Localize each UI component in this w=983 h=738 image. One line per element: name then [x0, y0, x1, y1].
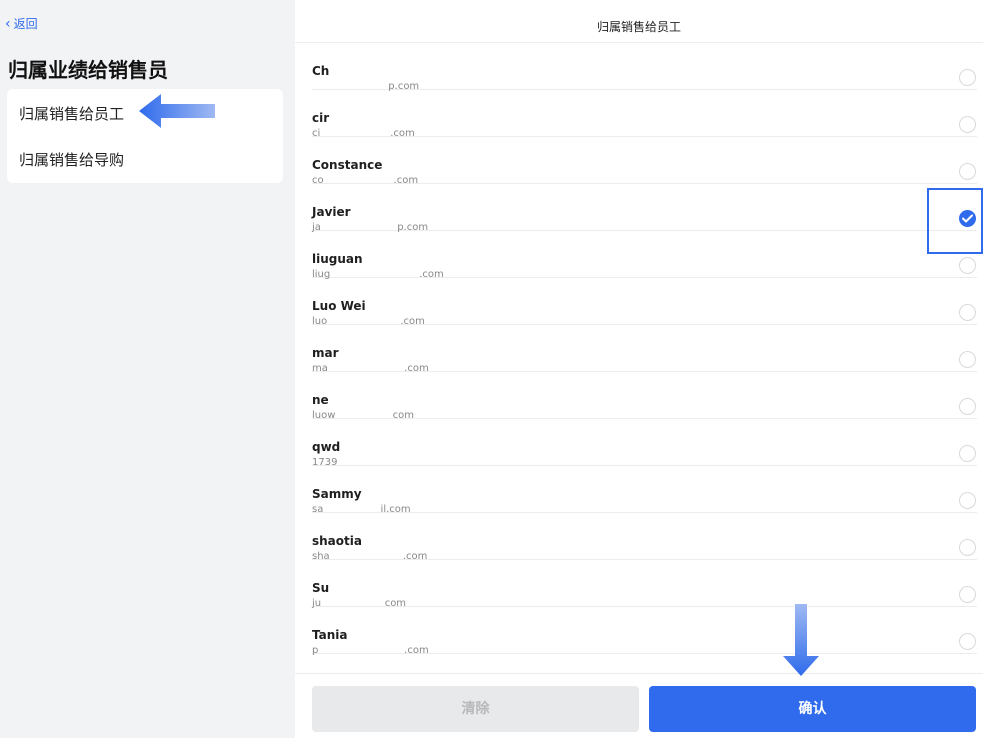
- back-label: 返回: [13, 17, 38, 31]
- employee-name: ne: [312, 393, 329, 407]
- employee-name: liuguan: [312, 252, 363, 266]
- employee-name: Javier: [312, 205, 351, 219]
- radio-button[interactable]: [959, 492, 976, 509]
- employee-name: cir: [312, 111, 330, 125]
- picker-header: 归属销售给员工: [295, 0, 983, 43]
- page-title: 归属业绩给销售员: [8, 58, 168, 82]
- selection-highlight-box: [927, 188, 983, 254]
- arrow-left-annotation-icon: [139, 94, 215, 128]
- action-footer: 清除 确认: [295, 673, 983, 738]
- chevron-left-icon: ‹: [5, 15, 11, 32]
- list-item[interactable]: liuguan liug .com: [312, 231, 977, 280]
- employee-list: Ch p.com cir ci .com Constance co .com J…: [295, 43, 983, 673]
- arrow-down-annotation-icon: [783, 604, 819, 676]
- employee-picker-panel: 归属销售给员工 Ch p.com cir ci .com Constance c…: [295, 0, 983, 738]
- employee-name: Constance: [312, 158, 383, 172]
- employee-name: Su: [312, 581, 330, 595]
- radio-button[interactable]: [959, 586, 976, 603]
- employee-name: Luo Wei: [312, 299, 366, 313]
- radio-button[interactable]: [959, 633, 976, 650]
- confirm-button[interactable]: 确认: [649, 686, 976, 732]
- menu-item-employee[interactable]: 归属销售给员工: [19, 103, 124, 124]
- radio-button[interactable]: [959, 69, 976, 86]
- menu-item-shopping-guide[interactable]: 归属销售给导购: [19, 149, 124, 170]
- list-item[interactable]: qwd 1739: [312, 419, 977, 468]
- radio-button[interactable]: [959, 351, 976, 368]
- list-item[interactable]: Luo Wei luo .com: [312, 278, 977, 327]
- radio-button[interactable]: [959, 398, 976, 415]
- employee-name: Sammy: [312, 487, 362, 501]
- list-item[interactable]: Javier ja p.com: [312, 184, 977, 233]
- radio-button[interactable]: [959, 445, 976, 462]
- employee-name: Ch: [312, 64, 330, 78]
- picker-title: 归属销售给员工: [596, 20, 681, 34]
- radio-button[interactable]: [959, 304, 976, 321]
- clear-button[interactable]: 清除: [312, 686, 639, 732]
- employee-name: mar: [312, 346, 339, 360]
- back-button[interactable]: ‹ 返回: [5, 15, 38, 32]
- list-item[interactable]: Sammy sa il.com: [312, 466, 977, 515]
- list-item[interactable]: shaotia sha .com: [312, 513, 977, 562]
- radio-button[interactable]: [959, 257, 976, 274]
- list-item[interactable]: ne luow com: [312, 372, 977, 421]
- list-item[interactable]: Constance co .com: [312, 137, 977, 186]
- employee-name: shaotia: [312, 534, 362, 548]
- list-item[interactable]: mar ma .com: [312, 325, 977, 374]
- employee-name: Tania: [312, 628, 348, 642]
- radio-button[interactable]: [959, 116, 976, 133]
- radio-button[interactable]: [959, 539, 976, 556]
- list-item[interactable]: Ch p.com: [312, 43, 977, 92]
- employee-email: p .com: [312, 645, 429, 656]
- list-item[interactable]: Tania p .com: [312, 607, 977, 656]
- radio-button[interactable]: [959, 163, 976, 180]
- left-panel: ‹ 返回 归属业绩给销售员 归属销售给员工 归属销售给导购: [0, 0, 295, 737]
- employee-name: qwd: [312, 440, 341, 454]
- list-item[interactable]: Su ju com: [312, 560, 977, 609]
- list-item[interactable]: cir ci .com: [312, 90, 977, 139]
